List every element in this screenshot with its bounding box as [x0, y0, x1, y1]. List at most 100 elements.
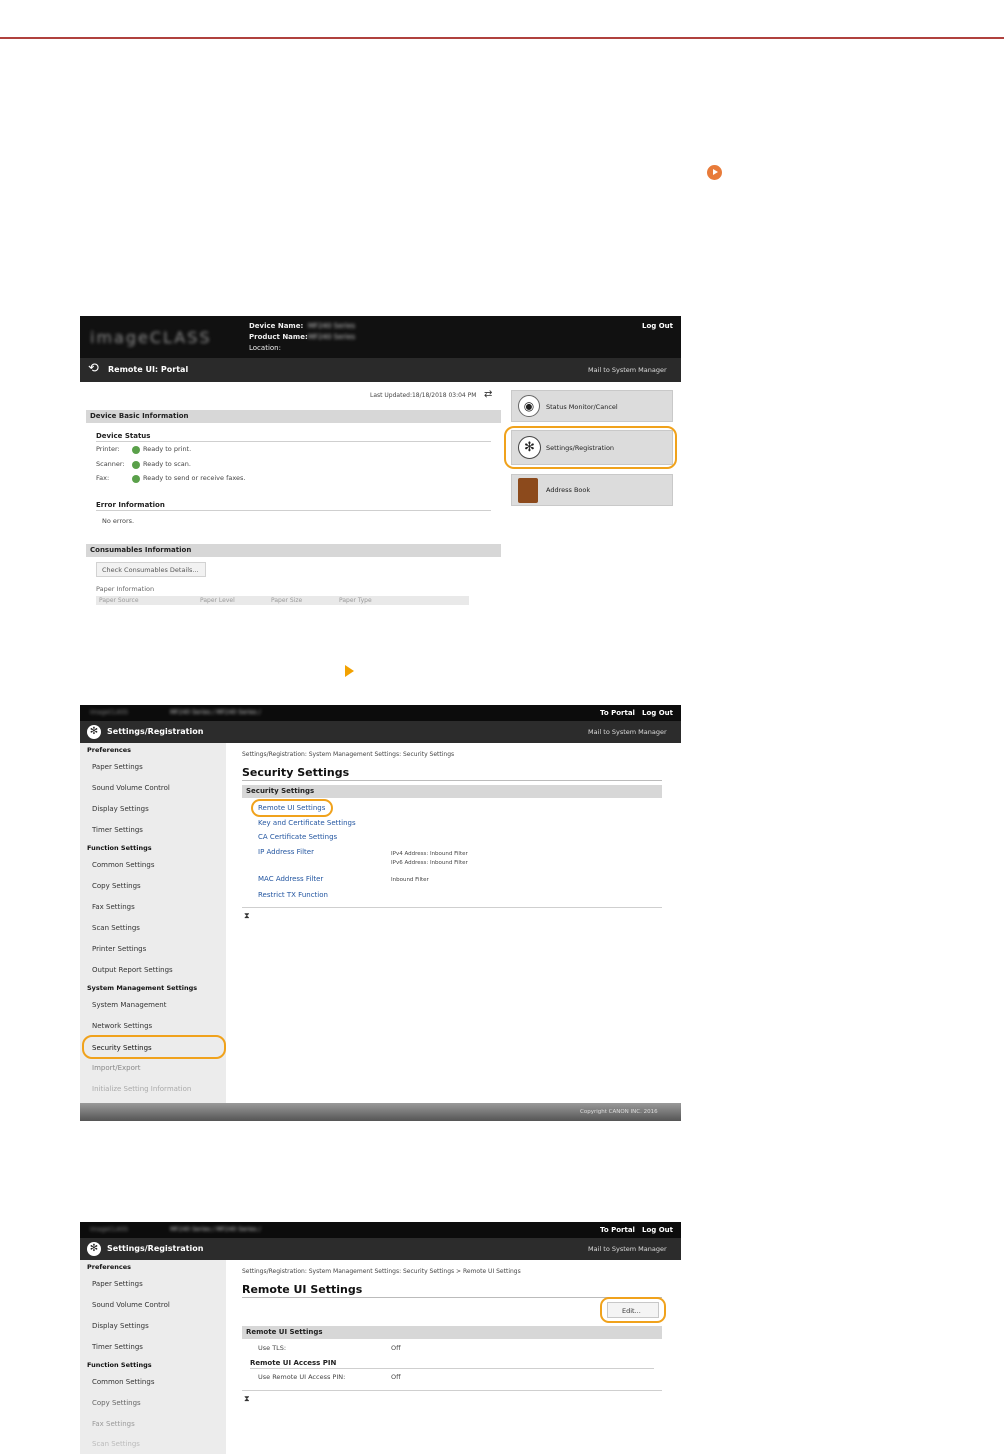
- portal-title: Remote UI: Portal: [108, 365, 189, 374]
- product-name-value: MF240 Series: [308, 333, 356, 341]
- device-basic-info-title: Device Basic Information: [90, 412, 189, 420]
- refresh-icon[interactable]: ⇄: [484, 389, 492, 400]
- settings-topbar: imageCLASS MF240 Series / MF240 Series /…: [80, 705, 681, 721]
- portal-header: imageCLASS Device Name: MF240 Series Pro…: [80, 316, 681, 358]
- device-path: MF240 Series / MF240 Series /: [170, 709, 261, 716]
- sidebar-item-common-settings[interactable]: Common Settings: [92, 1378, 154, 1386]
- brand-logo: imageCLASS: [90, 328, 212, 347]
- breadcrumb: Settings/Registration: System Management…: [242, 751, 455, 758]
- status-label-scanner: Scanner:: [96, 460, 125, 468]
- last-updated: Last Updated:18/18/2018 03:04 PM: [370, 392, 477, 399]
- paper-col-header: Paper Size: [271, 597, 303, 604]
- settings-title: Settings/Registration: [107, 1244, 204, 1253]
- status-value-fax: Ready to send or receive faxes.: [143, 474, 246, 482]
- sidebar-item-timer-settings[interactable]: Timer Settings: [92, 1343, 143, 1351]
- logout-link[interactable]: Log Out: [642, 1226, 673, 1234]
- status-ok-icon: [132, 446, 140, 454]
- sidebar-item-sound-volume[interactable]: Sound Volume Control: [92, 1301, 170, 1309]
- sidebar-item-fax-settings[interactable]: Fax Settings: [92, 1420, 135, 1428]
- sidebar-item-import-export[interactable]: Import/Export: [92, 1064, 141, 1072]
- portal-screenshot: imageCLASS Device Name: MF240 Series Pro…: [80, 316, 681, 605]
- section-header: Security Settings: [242, 785, 662, 798]
- mac-filter-desc: Inbound Filter: [391, 877, 429, 883]
- sidebar-item-display-settings[interactable]: Display Settings: [92, 1322, 149, 1330]
- status-ok-icon: [132, 461, 140, 469]
- ca-certificate-link[interactable]: CA Certificate Settings: [258, 833, 337, 841]
- restrict-tx-link[interactable]: Restrict TX Function: [258, 891, 328, 899]
- sidebar-item-scan-settings[interactable]: Scan Settings: [92, 1440, 140, 1448]
- paper-table-header: Paper Source Paper Level Paper Size Pape…: [96, 596, 469, 605]
- ip-filter-desc-2: IPv6 Address: Inbound Filter: [391, 860, 468, 866]
- settings-titlebar: ✻ Settings/Registration Mail to System M…: [80, 721, 681, 743]
- mail-to-manager-link[interactable]: Mail to System Manager: [588, 1245, 667, 1253]
- highlight-ring: [82, 1035, 226, 1059]
- to-portal-link[interactable]: To Portal: [600, 1226, 635, 1234]
- divider: [96, 441, 491, 442]
- sidebar-item-display-settings[interactable]: Display Settings: [92, 805, 149, 813]
- sidebar-item-copy-settings[interactable]: Copy Settings: [92, 882, 141, 890]
- page-title: Security Settings: [242, 766, 350, 779]
- sidebar-item-initialize[interactable]: Initialize Setting Information: [92, 1085, 191, 1093]
- highlight-ring: [251, 799, 333, 817]
- sidebar-item-copy-settings[interactable]: Copy Settings: [92, 1399, 141, 1407]
- logout-link[interactable]: Log Out: [642, 709, 673, 717]
- consumables-header: Consumables Information: [86, 544, 501, 557]
- mail-to-manager-link[interactable]: Mail to System Manager: [588, 728, 667, 736]
- divider: [242, 780, 662, 781]
- brand-logo: imageCLASS: [90, 709, 129, 716]
- device-path: MF240 Series / MF240 Series /: [170, 1226, 261, 1233]
- check-consumables-button[interactable]: Check Consumables Details...: [96, 562, 206, 577]
- settings-titlebar: ✻ Settings/Registration Mail to System M…: [80, 1238, 681, 1260]
- settings-gear-icon: ✻: [87, 1242, 101, 1256]
- address-book-tile[interactable]: Address Book: [511, 474, 673, 506]
- sidebar-item-scan-settings[interactable]: Scan Settings: [92, 924, 140, 932]
- sidebar-item-system-management[interactable]: System Management: [92, 1001, 166, 1009]
- portal-titlebar: ⟲ Remote UI: Portal Mail to System Manag…: [80, 358, 681, 382]
- use-tls-value: Off: [391, 1344, 401, 1352]
- check-consumables-label: Check Consumables Details...: [102, 566, 199, 574]
- sidebar-item-sound-volume[interactable]: Sound Volume Control: [92, 784, 170, 792]
- product-name-label: Product Name:: [249, 333, 308, 341]
- address-book-label: Address Book: [546, 486, 591, 494]
- sidebar-item-paper-settings[interactable]: Paper Settings: [92, 763, 143, 771]
- link-arrow-icon[interactable]: [707, 165, 722, 180]
- sidebar-item-network-settings[interactable]: Network Settings: [92, 1022, 152, 1030]
- brand-logo: imageCLASS: [90, 1226, 129, 1233]
- settings-gear-icon: ✻: [87, 725, 101, 739]
- status-value-scanner: Ready to scan.: [143, 460, 191, 468]
- device-name-value: MF240 Series: [308, 322, 356, 330]
- key-certificate-link[interactable]: Key and Certificate Settings: [258, 819, 356, 827]
- mac-address-filter-link[interactable]: MAC Address Filter: [258, 875, 323, 883]
- sidebar-item-common-settings[interactable]: Common Settings: [92, 861, 154, 869]
- divider: [242, 1390, 662, 1391]
- settings-footer: Copyright CANON INC. 2016: [80, 1103, 681, 1121]
- divider: [242, 907, 662, 908]
- no-errors-text: No errors.: [102, 517, 135, 525]
- location-label: Location:: [249, 344, 281, 352]
- paper-col-header: Paper Type: [339, 597, 372, 604]
- ip-filter-desc-1: IPv4 Address: Inbound Filter: [391, 851, 468, 857]
- sidebar-item-paper-settings[interactable]: Paper Settings: [92, 1280, 143, 1288]
- logout-link[interactable]: Log Out: [642, 322, 673, 330]
- sidebar-item-output-report[interactable]: Output Report Settings: [92, 966, 173, 974]
- status-monitor-tile[interactable]: ◉ Status Monitor/Cancel: [511, 390, 673, 422]
- paper-col-header: Paper Source: [99, 597, 139, 604]
- page-top-icon[interactable]: ⧗: [244, 911, 250, 921]
- eye-icon: ◉: [518, 395, 540, 417]
- remote-ui-settings-screenshot: imageCLASS MF240 Series / MF240 Series /…: [80, 1222, 681, 1454]
- sidebar-item-fax-settings[interactable]: Fax Settings: [92, 903, 135, 911]
- sidebar-item-timer-settings[interactable]: Timer Settings: [92, 826, 143, 834]
- to-portal-link[interactable]: To Portal: [600, 709, 635, 717]
- page-top-icon[interactable]: ⧗: [244, 1394, 250, 1404]
- status-value-printer: Ready to print.: [143, 445, 192, 453]
- mail-to-manager-link[interactable]: Mail to System Manager: [588, 366, 667, 374]
- sidebar-item-printer-settings[interactable]: Printer Settings: [92, 945, 146, 953]
- sidebar-group-preferences: Preferences: [87, 746, 131, 754]
- device-basic-info-header: Device Basic Information: [86, 410, 501, 423]
- status-label-printer: Printer:: [96, 445, 120, 453]
- ip-address-filter-link[interactable]: IP Address Filter: [258, 848, 314, 856]
- copyright-text: Copyright CANON INC. 2016: [580, 1109, 658, 1115]
- sidebar-group-function: Function Settings: [87, 844, 152, 852]
- status-ok-icon: [132, 475, 140, 483]
- step-arrow-icon: [345, 665, 354, 677]
